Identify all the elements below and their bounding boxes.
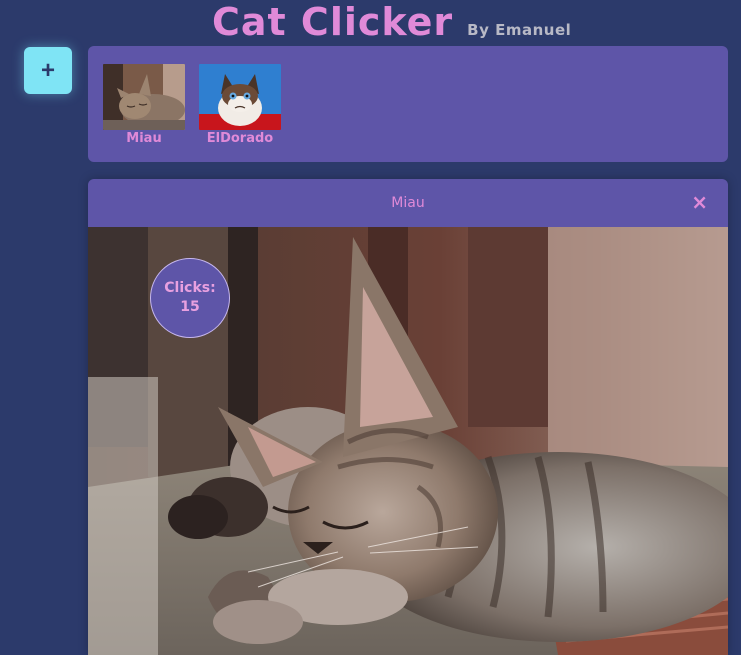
close-icon[interactable]: × (691, 191, 708, 213)
clicks-counter: Clicks: 15 (150, 258, 230, 338)
gallery-item-miau[interactable]: Miau (103, 64, 185, 146)
gallery-item-eldorado[interactable]: ElDorado (199, 64, 281, 146)
app-title: Cat Clicker (212, 0, 454, 44)
cat-photo[interactable]: Clicks: 15 (88, 227, 728, 655)
app-header: Cat Clicker By Emanuel (212, 0, 571, 44)
grumpy-cat-thumbnail (199, 64, 281, 130)
clicks-count: 15 (180, 299, 200, 315)
sleeping-kitten-thumbnail (103, 64, 185, 130)
viewer-title: Miau (391, 195, 425, 211)
gallery-item-label: Miau (126, 131, 162, 146)
gallery-item-label: ElDorado (206, 131, 274, 146)
viewer-header: Miau × (88, 179, 728, 227)
cat-viewer-panel: Miau × Clicks: 15 (88, 179, 728, 655)
add-cat-button[interactable]: + (24, 47, 72, 94)
app-byline: By Emanuel (467, 21, 572, 39)
clicks-label: Clicks: (164, 280, 216, 296)
cat-gallery: Miau ElDorado (88, 46, 728, 162)
